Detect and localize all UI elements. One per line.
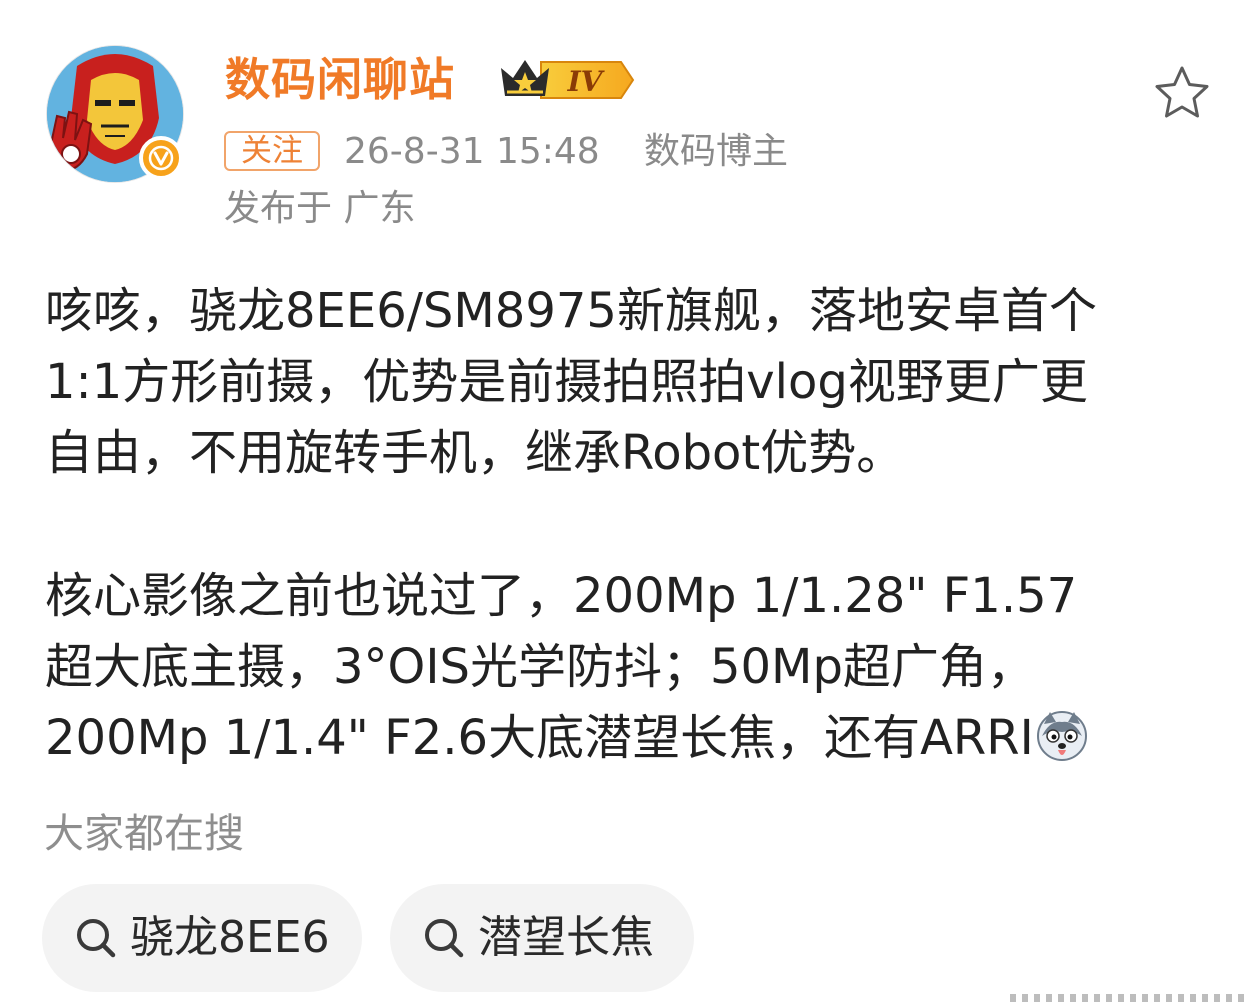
scroll-indicator	[1010, 994, 1250, 1002]
verified-v-icon	[139, 136, 183, 180]
search-heading: 大家都在搜	[44, 811, 244, 857]
avatar-container[interactable]	[47, 46, 187, 186]
follow-button[interactable]: 关注	[224, 131, 320, 171]
crown-level-icon[interactable]: IV	[497, 54, 637, 106]
husky-emoji-icon	[1036, 711, 1087, 761]
post-line: 自由，不用旋转手机，继承Robot优势。	[45, 425, 905, 481]
search-icon	[425, 919, 464, 958]
post-timestamp: 26-8-31 15:48	[344, 131, 600, 172]
search-chip-label: 潜望长焦	[478, 912, 654, 963]
search-chip[interactable]: 骁龙8EE6	[42, 884, 362, 992]
search-icon	[77, 919, 116, 958]
post-line-text: 200Mp 1/1.4" F2.6大底潜望长焦，还有ARRI	[45, 710, 1034, 766]
post-body: 咳咳，骁龙8EE6/SM8975新旗舰，落地安卓首个 1:1方形前摄，优势是前摄…	[45, 276, 1225, 774]
post-location: 发布于 广东	[224, 188, 416, 229]
favorite-button[interactable]	[1150, 62, 1214, 126]
search-chip[interactable]: 潜望长焦	[390, 884, 694, 992]
post-line: 咳咳，骁龙8EE6/SM8975新旗舰，落地安卓首个	[45, 283, 1097, 339]
post-line-last: 200Mp 1/1.4" F2.6大底潜望长焦，还有ARRI	[45, 703, 1225, 774]
author-role: 数码博主	[644, 131, 789, 172]
post-line: 超大底主摄，3°OIS光学防抖；50Mp超广角，	[45, 639, 1035, 695]
post-line: 1:1方形前摄，优势是前摄拍照拍vlog视野更广更	[45, 354, 1088, 410]
star-outline-icon	[1155, 66, 1209, 118]
level-text: IV	[567, 65, 606, 98]
username[interactable]: 数码闲聊站	[225, 52, 455, 108]
search-chip-label: 骁龙8EE6	[130, 912, 330, 963]
post-line: 核心影像之前也说过了，200Mp 1/1.28" F1.57	[45, 568, 1078, 624]
